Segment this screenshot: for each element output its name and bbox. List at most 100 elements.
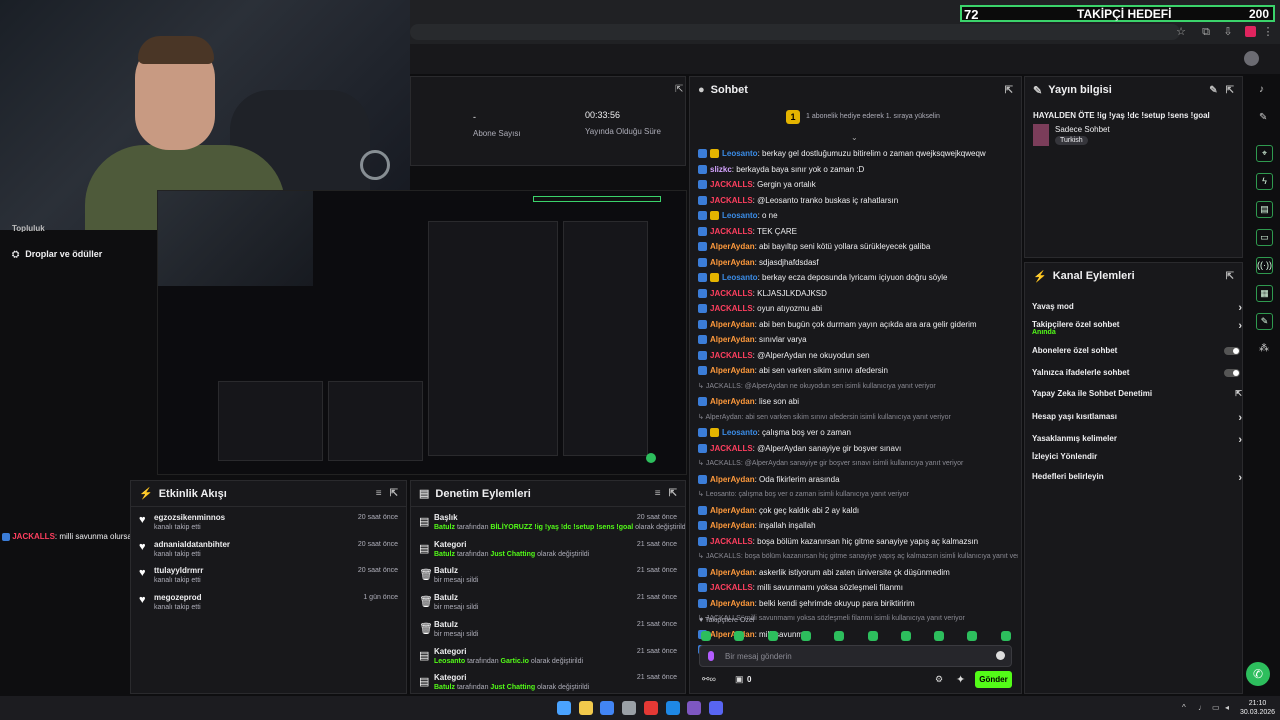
file-explorer-icon[interactable] <box>578 701 593 715</box>
app-icon[interactable] <box>622 701 637 715</box>
chevron-right-icon[interactable]: › <box>1238 320 1242 332</box>
moderation-item[interactable]: ▤ Kategori Batulz tarafından Just Chatting… <box>411 671 685 693</box>
chat-input[interactable]: Bir mesaj gönderin <box>699 645 1012 667</box>
chat-message[interactable]: AlperAydan: belki kendi şehrimde okuyup … <box>698 597 1018 611</box>
address-bar[interactable] <box>410 24 1180 40</box>
chat-username[interactable]: AlperAydan <box>710 599 755 608</box>
chat-message[interactable]: AlperAydan: lise son abi <box>698 395 1018 409</box>
chat-icon[interactable]: ▭ <box>1256 229 1273 246</box>
chat-message[interactable]: JACKALLS: @AlperAydan ne okuyodun sen <box>698 349 1018 363</box>
emote-icon[interactable] <box>967 631 978 641</box>
toggle-switch[interactable] <box>1224 347 1240 355</box>
camera-icon[interactable]: ⌖ <box>1256 145 1273 162</box>
activity-item[interactable]: ♥ ttulayyldrmrr kanalı takip etti 20 saat ö… <box>131 564 406 590</box>
chat-username[interactable]: JACKALLS <box>710 537 753 546</box>
pen-icon[interactable]: ✎ <box>1259 112 1267 123</box>
emoji-icon[interactable] <box>996 651 1005 660</box>
settings-icon[interactable]: ⚙ <box>935 674 943 685</box>
menu-icon[interactable]: ⋮ <box>1262 26 1274 38</box>
chat-username[interactable]: Leosanto <box>722 211 758 220</box>
edit-icon[interactable]: ✎ <box>1209 85 1217 96</box>
chat-message[interactable]: AlperAydan: sınıvlar varya <box>698 333 1018 347</box>
chat-message[interactable]: ↳ JACKALLS: @AlperAydan ne okuyodun sen … <box>698 380 1018 394</box>
send-button[interactable]: Gönder <box>975 671 1012 688</box>
moderation-actor[interactable]: Batulz <box>434 551 455 558</box>
chat-message[interactable]: JACKALLS: TEK ÇARE <box>698 225 1018 239</box>
chat-username[interactable]: JACKALLS <box>710 227 753 236</box>
channel-action-item[interactable]: Abonelere özel sohbet <box>1032 346 1242 360</box>
chevron-right-icon[interactable]: › <box>1238 434 1242 446</box>
points-icon[interactable]: ▣ <box>735 674 744 685</box>
emote-icon[interactable] <box>900 631 911 641</box>
emote-icon[interactable] <box>934 631 945 641</box>
chevron-right-icon[interactable]: › <box>1238 472 1242 484</box>
popout-icon[interactable]: ⇱ <box>675 84 683 95</box>
notes-icon[interactable]: ▤ <box>1256 201 1273 218</box>
chat-username[interactable]: AlperAydan <box>710 475 755 484</box>
help-chat-button[interactable]: ✆ <box>1246 662 1270 686</box>
chat-message[interactable]: JACKALLS: oyun atıyozmu abi <box>698 302 1018 316</box>
tray-chevron-icon[interactable]: ^ <box>1182 703 1186 712</box>
channel-action-item[interactable]: Yalnızca ifadelerle sohbet <box>1032 368 1242 382</box>
chat-message[interactable]: JACKALLS: boşa bölüm kazanırsan hiç gitm… <box>698 535 1018 549</box>
chat-message[interactable]: ↳ Leosanto: çalışma boş ver o zaman isim… <box>698 488 1018 502</box>
filter-icon[interactable]: ≡ <box>655 488 661 499</box>
external-link-icon[interactable]: ⇱ <box>1235 389 1242 398</box>
emote-icon[interactable] <box>867 631 878 641</box>
opera-icon[interactable] <box>643 701 658 715</box>
chat-message[interactable]: Leosanto: berkay gel dostluğumuzu bitire… <box>698 147 1018 161</box>
chat-username[interactable]: AlperAydan <box>710 242 755 251</box>
connection-icon[interactable]: ⚯∞ <box>702 674 716 685</box>
chat-username[interactable]: AlperAydan <box>710 335 755 344</box>
moderation-actor[interactable]: Leosanto <box>434 658 465 665</box>
chat-message[interactable]: AlperAydan: askerlik istiyorum abi zaten… <box>698 566 1018 580</box>
activity-item[interactable]: ♥ adnanialdatanbihter kanalı takip etti 20 … <box>131 538 406 564</box>
chat-message[interactable]: JACKALLS: milli savunmamı yoksa sözleşme… <box>698 581 1018 595</box>
emote-icon[interactable] <box>800 631 811 641</box>
volume-icon[interactable]: ◂ <box>1225 703 1229 712</box>
chat-message[interactable]: AlperAydan: sdjasdjhafdsdasf <box>698 256 1018 270</box>
chat-username[interactable]: JACKALLS <box>710 180 753 189</box>
wrench-icon[interactable]: ✎ <box>1256 313 1273 330</box>
chat-message[interactable]: ↳ JACKALLS: @AlperAydan sanayiye gir boş… <box>698 457 1018 471</box>
chat-message[interactable]: JACKALLS: @AlperAydan sanayiye gir boşve… <box>698 442 1018 456</box>
nav-item-drops[interactable]: ⛭ Droplar ve ödüller <box>12 249 102 260</box>
stream-tag[interactable]: Turkish <box>1055 136 1088 145</box>
profile-icon[interactable] <box>1245 26 1256 37</box>
chat-username[interactable]: AlperAydan <box>710 521 755 530</box>
star-icon[interactable]: ☆ <box>1175 26 1187 38</box>
group-icon[interactable]: ⁂ <box>1259 343 1269 354</box>
stream-category[interactable]: Sadece Sohbet <box>1055 125 1110 134</box>
emote-icon[interactable] <box>701 631 711 641</box>
emote-icon[interactable] <box>1000 631 1011 641</box>
channel-action-item[interactable]: Hedefleri belirleyin › <box>1032 472 1242 486</box>
channel-action-item[interactable]: Takipçilere özel sohbet Anında › <box>1032 320 1242 336</box>
chat-message[interactable]: AlperAydan: inşallah inşallah <box>698 519 1018 533</box>
chat-message[interactable]: JACKALLS: Gergin ya ortalık <box>698 178 1018 192</box>
chat-message[interactable]: slizkc: berkayda baya sınır yok o zaman … <box>698 163 1018 177</box>
discord-icon[interactable] <box>687 701 702 715</box>
layout-icon[interactable]: ▦ <box>1256 285 1273 302</box>
chat-message[interactable]: Leosanto: o ne <box>698 209 1018 223</box>
nav-item-community[interactable]: Topluluk <box>12 224 45 232</box>
obs-icon[interactable] <box>708 701 723 715</box>
chevron-down-icon[interactable]: ⌄ <box>851 133 858 142</box>
chat-message[interactable]: AlperAydan: Oda fikirlerim arasında <box>698 473 1018 487</box>
toggle-switch[interactable] <box>1224 369 1240 377</box>
downloads-icon[interactable]: ⇩ <box>1222 26 1234 38</box>
moderation-item[interactable]: ▤ Başlık Batulz tarafından BİLİYORUZZ !ig … <box>411 511 685 537</box>
emote-icon[interactable] <box>834 631 845 641</box>
moderation-item[interactable]: 🗑 Batulz bir mesajı sildi 21 saat önce <box>411 564 685 590</box>
chevron-right-icon[interactable]: › <box>1238 412 1242 424</box>
edge-icon[interactable] <box>665 701 680 715</box>
channel-action-item[interactable]: Yapay Zeka ile Sohbet Denetimi ⇱ <box>1032 389 1242 403</box>
chat-username[interactable]: AlperAydan <box>710 568 755 577</box>
extensions-icon[interactable]: ⧉ <box>1200 26 1212 38</box>
chat-username[interactable]: Leosanto <box>722 428 758 437</box>
chat-username[interactable]: JACKALLS <box>710 444 753 453</box>
moderation-item[interactable]: 🗑 Batulz bir mesajı sildi 21 saat önce <box>411 618 685 644</box>
broadcast-icon[interactable]: ((·)) <box>1256 257 1273 274</box>
channel-action-item[interactable]: Yavaş mod › <box>1032 302 1242 316</box>
moderation-actor[interactable]: Batulz <box>434 524 455 531</box>
channel-action-item[interactable]: İzleyici Yönlendir <box>1032 452 1242 466</box>
